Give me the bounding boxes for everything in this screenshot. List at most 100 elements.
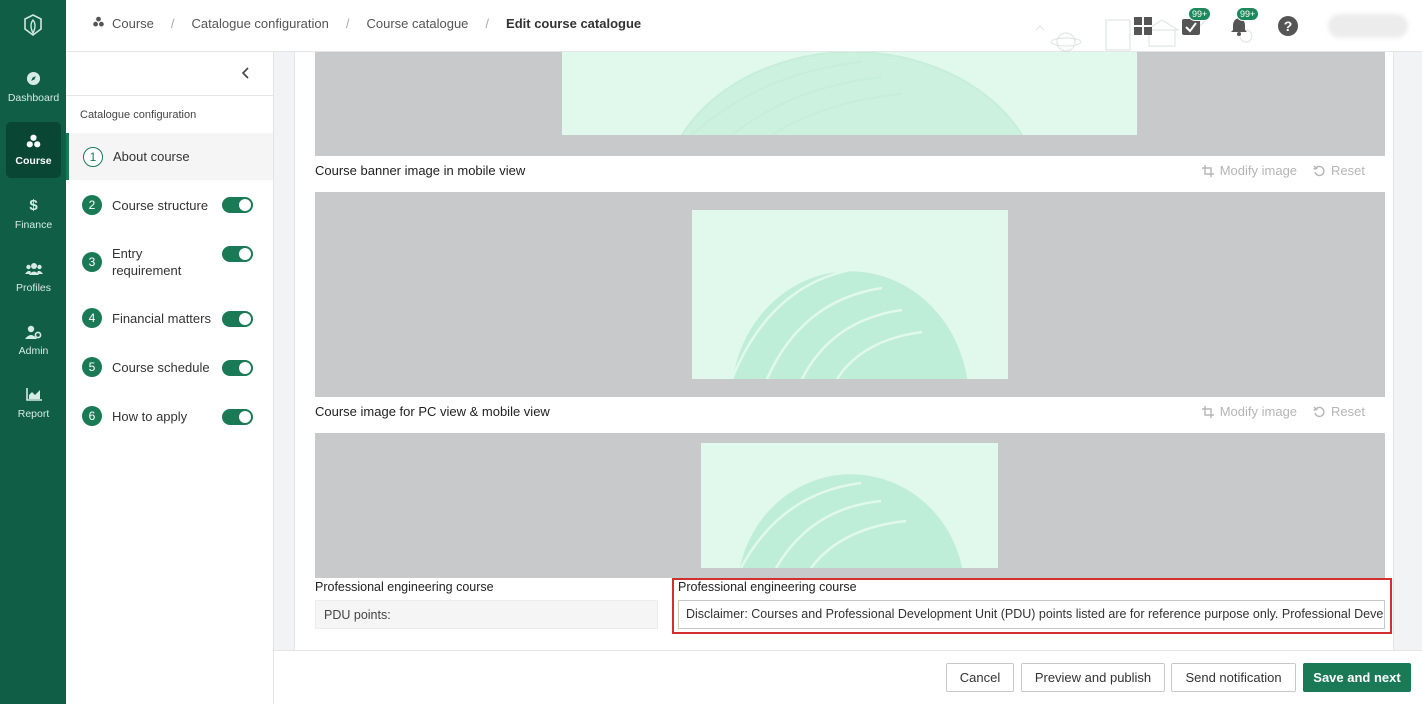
step-number: 6 (82, 406, 102, 426)
reset-image-label: Reset (1331, 163, 1365, 178)
step-toggle[interactable] (222, 197, 253, 213)
breadcrumb-current: Edit course catalogue (506, 16, 642, 31)
step-number: 1 (83, 146, 103, 167)
step-label: Entry requirement (112, 246, 182, 278)
nav-report-label: Report (17, 407, 50, 420)
modify-image-label: Modify image (1219, 163, 1298, 178)
pdu-field-label: Professional engineering course (315, 580, 494, 594)
step-how-to-apply[interactable]: 6 How to apply (66, 404, 273, 428)
nav-dashboard[interactable]: Dashboard (6, 59, 61, 115)
breadcrumb-separator: / (345, 16, 350, 31)
course-image-actions: Modify image Reset (1186, 404, 1365, 419)
step-toggle[interactable] (222, 311, 253, 327)
app-logo[interactable] (0, 0, 66, 50)
step-about-course[interactable]: 1 About course (66, 133, 273, 180)
step-label: Course structure (112, 197, 209, 213)
breadcrumb-course[interactable]: Course (112, 16, 154, 31)
reset-image-button[interactable]: Reset (1313, 163, 1365, 178)
preview-publish-button[interactable]: Preview and publish (1021, 663, 1165, 692)
course-image-label: Course image for PC view & mobile view (315, 404, 550, 419)
nav-course-label: Course (15, 154, 52, 167)
header-actions: 99+ 99+ ? (1130, 7, 1310, 42)
course-image (701, 443, 998, 568)
crop-icon (1201, 164, 1214, 177)
collapse-sidebar-icon[interactable] (241, 66, 251, 84)
modify-image-button[interactable]: Modify image (1201, 404, 1298, 419)
notification-bell-icon[interactable]: 99+ (1227, 7, 1260, 38)
task-count-badge: 99+ (1188, 7, 1212, 21)
step-financial-matters[interactable]: 4 Financial matters (66, 306, 273, 330)
user-profile-menu[interactable] (1328, 14, 1408, 38)
disclaimer-field-label: Professional engineering course (678, 580, 857, 594)
nav-profiles[interactable]: Profiles (6, 249, 61, 305)
compass-icon (26, 71, 41, 87)
catalogue-steps-sidebar: Catalogue configuration 1 About course 2… (66, 52, 274, 704)
nav-profiles-label: Profiles (15, 281, 51, 294)
nav-dashboard-label: Dashboard (7, 91, 60, 104)
nav-admin-label: Admin (18, 344, 49, 357)
content-scrollbar[interactable] (1412, 52, 1422, 650)
step-number: 5 (82, 357, 102, 377)
notification-count-badge: 99+ (1236, 7, 1260, 21)
top-bar: Course / Catalogue configuration / Cours… (66, 0, 1422, 52)
step-label: About course (113, 149, 190, 164)
course-banner-pc-preview (315, 52, 1385, 156)
mobile-banner-label: Course banner image in mobile view (315, 163, 526, 178)
reset-image-button[interactable]: Reset (1313, 404, 1365, 419)
chart-icon (25, 387, 42, 403)
course-form-card: Course banner image in mobile view Modif… (294, 52, 1394, 650)
form-action-bar: Cancel Preview and publish Send notifica… (274, 650, 1422, 704)
main-content: Course banner image in mobile view Modif… (274, 52, 1422, 650)
main-nav-rail: Dashboard Course $ Finance Profiles Admi… (0, 0, 66, 704)
sidebar-section-title: Catalogue configuration (80, 109, 197, 121)
course-icon (25, 134, 42, 150)
breadcrumb-catalogue-configuration[interactable]: Catalogue configuration (192, 16, 329, 31)
apps-grid-icon[interactable] (1131, 14, 1155, 38)
breadcrumb: Course / Catalogue configuration / Cours… (92, 16, 641, 31)
nav-report[interactable]: Report (6, 375, 61, 431)
mobile-banner-preview (315, 192, 1385, 397)
pdu-points-field: PDU points: (315, 600, 658, 629)
course-breadcrumb-icon (92, 16, 105, 31)
breadcrumb-separator: / (485, 16, 490, 31)
people-icon (24, 261, 43, 277)
nav-course[interactable]: Course (6, 122, 61, 178)
step-toggle[interactable] (222, 409, 253, 425)
crop-icon (1201, 405, 1214, 418)
step-entry-requirement[interactable]: 3 Entry requirement (66, 244, 273, 280)
step-number: 3 (82, 252, 102, 272)
dollar-icon: $ (29, 197, 38, 214)
course-image-preview (315, 433, 1385, 578)
reset-image-label: Reset (1331, 404, 1365, 419)
step-toggle[interactable] (222, 360, 253, 376)
step-course-structure[interactable]: 2 Course structure (66, 193, 273, 217)
save-next-button[interactable]: Save and next (1303, 663, 1411, 692)
nav-finance-label: Finance (14, 218, 53, 231)
svg-text:?: ? (1284, 18, 1293, 34)
cancel-button[interactable]: Cancel (946, 663, 1014, 692)
help-icon[interactable]: ? (1276, 14, 1300, 38)
reset-icon (1313, 165, 1325, 176)
mobile-banner-image (692, 210, 1008, 379)
send-notification-button[interactable]: Send notification (1171, 663, 1296, 692)
task-icon[interactable]: 99+ (1179, 7, 1212, 38)
reset-icon (1313, 406, 1325, 417)
modify-image-label: Modify image (1219, 404, 1298, 419)
nav-finance[interactable]: $ Finance (6, 186, 61, 242)
breadcrumb-separator: / (170, 16, 175, 31)
step-course-schedule[interactable]: 5 Course schedule (66, 355, 273, 379)
mobile-banner-actions: Modify image Reset (1186, 163, 1365, 178)
step-number: 4 (82, 308, 102, 328)
banner-image (562, 52, 1137, 135)
sidebar-divider (66, 95, 274, 96)
nav-admin[interactable]: Admin (6, 312, 61, 368)
modify-image-button[interactable]: Modify image (1201, 163, 1298, 178)
admin-icon (25, 324, 42, 340)
step-label: Financial matters (112, 310, 211, 326)
breadcrumb-course-catalogue[interactable]: Course catalogue (367, 16, 469, 31)
disclaimer-input[interactable]: Disclaimer: Courses and Professional Dev… (678, 600, 1385, 629)
step-number: 2 (82, 195, 102, 215)
step-toggle[interactable] (222, 246, 253, 262)
step-label: How to apply (112, 408, 188, 424)
step-label: Course schedule (112, 359, 210, 375)
